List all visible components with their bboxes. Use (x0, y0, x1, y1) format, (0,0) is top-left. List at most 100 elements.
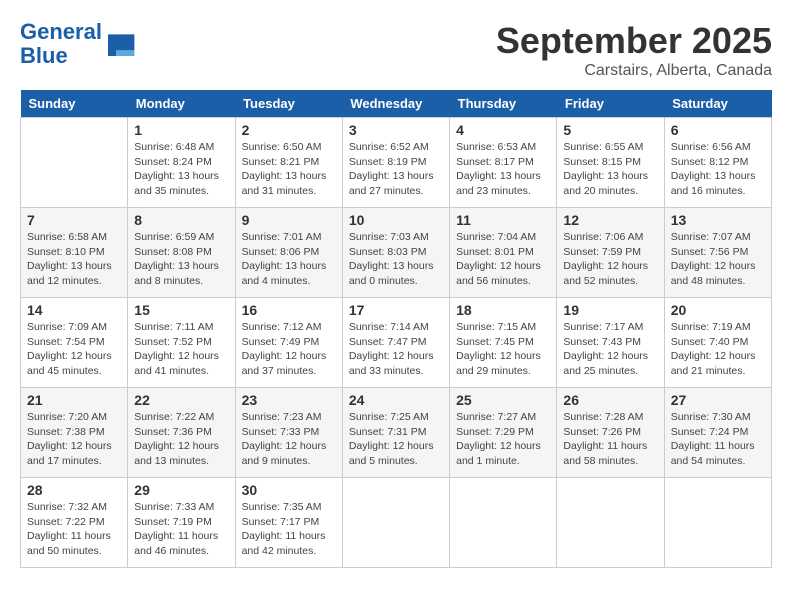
calendar-cell: 27 Sunrise: 7:30 AM Sunset: 7:24 PM Dayli… (664, 388, 771, 478)
month-title: September 2025 (496, 20, 772, 62)
calendar-week-row: 1 Sunrise: 6:48 AM Sunset: 8:24 PM Daylig… (21, 118, 772, 208)
day-info: Sunrise: 7:17 AM Sunset: 7:43 PM Dayligh… (563, 320, 657, 379)
day-number: 23 (242, 392, 336, 408)
day-number: 1 (134, 122, 228, 138)
calendar-cell: 14 Sunrise: 7:09 AM Sunset: 7:54 PM Dayli… (21, 298, 128, 388)
calendar-cell: 25Sunrise: 7:27 AM Sunset: 7:29 PM Dayli… (450, 388, 557, 478)
calendar-cell: 11 Sunrise: 7:04 AM Sunset: 8:01 PM Dayli… (450, 208, 557, 298)
calendar-cell: 23 Sunrise: 7:23 AM Sunset: 7:33 PM Dayli… (235, 388, 342, 478)
calendar-cell (664, 478, 771, 568)
calendar-cell: 26 Sunrise: 7:28 AM Sunset: 7:26 PM Dayli… (557, 388, 664, 478)
day-info: Sunrise: 7:30 AM Sunset: 7:24 PM Dayligh… (671, 410, 765, 469)
calendar-body: 1 Sunrise: 6:48 AM Sunset: 8:24 PM Daylig… (21, 118, 772, 568)
day-info: Sunrise: 7:07 AM Sunset: 7:56 PM Dayligh… (671, 230, 765, 289)
day-info: Sunrise: 7:14 AM Sunset: 7:47 PM Dayligh… (349, 320, 443, 379)
day-number: 14 (27, 302, 121, 318)
logo: GeneralBlue (20, 20, 136, 68)
calendar-cell: 20Sunrise: 7:19 AM Sunset: 7:40 PM Dayli… (664, 298, 771, 388)
day-number: 4 (456, 122, 550, 138)
calendar-cell: 7 Sunrise: 6:58 AM Sunset: 8:10 PM Daylig… (21, 208, 128, 298)
page-header: GeneralBlue September 2025 Carstairs, Al… (20, 20, 772, 80)
day-number: 6 (671, 122, 765, 138)
day-number: 12 (563, 212, 657, 228)
calendar-cell: 8Sunrise: 6:59 AM Sunset: 8:08 PM Daylig… (128, 208, 235, 298)
logo-icon (104, 28, 136, 60)
calendar-cell: 12Sunrise: 7:06 AM Sunset: 7:59 PM Dayli… (557, 208, 664, 298)
calendar-cell: 19 Sunrise: 7:17 AM Sunset: 7:43 PM Dayli… (557, 298, 664, 388)
day-info: Sunrise: 6:58 AM Sunset: 8:10 PM Dayligh… (27, 230, 121, 289)
day-info: Sunrise: 7:28 AM Sunset: 7:26 PM Dayligh… (563, 410, 657, 469)
day-number: 2 (242, 122, 336, 138)
calendar-cell: 28 Sunrise: 7:32 AM Sunset: 7:22 PM Dayli… (21, 478, 128, 568)
day-info: Sunrise: 6:48 AM Sunset: 8:24 PM Dayligh… (134, 140, 228, 199)
day-info: Sunrise: 7:33 AM Sunset: 7:19 PM Dayligh… (134, 500, 228, 559)
day-info: Sunrise: 7:32 AM Sunset: 7:22 PM Dayligh… (27, 500, 121, 559)
day-number: 21 (27, 392, 121, 408)
calendar-cell: 16 Sunrise: 7:12 AM Sunset: 7:49 PM Dayli… (235, 298, 342, 388)
day-number: 5 (563, 122, 657, 138)
day-number: 9 (242, 212, 336, 228)
calendar-cell: 4 Sunrise: 6:53 AM Sunset: 8:17 PM Daylig… (450, 118, 557, 208)
day-info: Sunrise: 7:23 AM Sunset: 7:33 PM Dayligh… (242, 410, 336, 469)
day-info: Sunrise: 7:01 AM Sunset: 8:06 PM Dayligh… (242, 230, 336, 289)
calendar-cell: 1 Sunrise: 6:48 AM Sunset: 8:24 PM Daylig… (128, 118, 235, 208)
calendar-header-row: SundayMondayTuesdayWednesdayThursdayFrid… (21, 90, 772, 118)
day-info: Sunrise: 6:50 AM Sunset: 8:21 PM Dayligh… (242, 140, 336, 199)
day-of-week-header: Friday (557, 90, 664, 118)
day-number: 30 (242, 482, 336, 498)
day-info: Sunrise: 7:12 AM Sunset: 7:49 PM Dayligh… (242, 320, 336, 379)
day-number: 11 (456, 212, 550, 228)
day-info: Sunrise: 7:35 AM Sunset: 7:17 PM Dayligh… (242, 500, 336, 559)
calendar-cell: 30 Sunrise: 7:35 AM Sunset: 7:17 PM Dayli… (235, 478, 342, 568)
day-of-week-header: Wednesday (342, 90, 449, 118)
day-number: 16 (242, 302, 336, 318)
day-info: Sunrise: 7:09 AM Sunset: 7:54 PM Dayligh… (27, 320, 121, 379)
day-info: Sunrise: 7:20 AM Sunset: 7:38 PM Dayligh… (27, 410, 121, 469)
day-info: Sunrise: 7:11 AM Sunset: 7:52 PM Dayligh… (134, 320, 228, 379)
day-of-week-header: Monday (128, 90, 235, 118)
day-info: Sunrise: 6:53 AM Sunset: 8:17 PM Dayligh… (456, 140, 550, 199)
calendar-cell: 2 Sunrise: 6:50 AM Sunset: 8:21 PM Daylig… (235, 118, 342, 208)
day-info: Sunrise: 6:56 AM Sunset: 8:12 PM Dayligh… (671, 140, 765, 199)
day-number: 17 (349, 302, 443, 318)
day-number: 24 (349, 392, 443, 408)
calendar-cell: 18Sunrise: 7:15 AM Sunset: 7:45 PM Dayli… (450, 298, 557, 388)
calendar-cell: 6 Sunrise: 6:56 AM Sunset: 8:12 PM Daylig… (664, 118, 771, 208)
calendar-week-row: 21 Sunrise: 7:20 AM Sunset: 7:38 PM Dayli… (21, 388, 772, 478)
day-number: 28 (27, 482, 121, 498)
day-of-week-header: Tuesday (235, 90, 342, 118)
day-number: 3 (349, 122, 443, 138)
calendar-cell: 22 Sunrise: 7:22 AM Sunset: 7:36 PM Dayli… (128, 388, 235, 478)
calendar-cell: 13 Sunrise: 7:07 AM Sunset: 7:56 PM Dayli… (664, 208, 771, 298)
title-block: September 2025 Carstairs, Alberta, Canad… (496, 20, 772, 80)
calendar-cell: 29Sunrise: 7:33 AM Sunset: 7:19 PM Dayli… (128, 478, 235, 568)
day-number: 19 (563, 302, 657, 318)
day-of-week-header: Sunday (21, 90, 128, 118)
day-number: 26 (563, 392, 657, 408)
day-number: 7 (27, 212, 121, 228)
day-number: 10 (349, 212, 443, 228)
calendar-cell: 5Sunrise: 6:55 AM Sunset: 8:15 PM Daylig… (557, 118, 664, 208)
day-number: 22 (134, 392, 228, 408)
calendar-week-row: 14 Sunrise: 7:09 AM Sunset: 7:54 PM Dayli… (21, 298, 772, 388)
day-info: Sunrise: 7:27 AM Sunset: 7:29 PM Dayligh… (456, 410, 550, 469)
calendar-cell: 17 Sunrise: 7:14 AM Sunset: 7:47 PM Dayli… (342, 298, 449, 388)
calendar-cell: 10Sunrise: 7:03 AM Sunset: 8:03 PM Dayli… (342, 208, 449, 298)
calendar-cell (342, 478, 449, 568)
calendar-cell: 15 Sunrise: 7:11 AM Sunset: 7:52 PM Dayli… (128, 298, 235, 388)
day-number: 18 (456, 302, 550, 318)
calendar-cell: 3Sunrise: 6:52 AM Sunset: 8:19 PM Daylig… (342, 118, 449, 208)
calendar-week-row: 7 Sunrise: 6:58 AM Sunset: 8:10 PM Daylig… (21, 208, 772, 298)
day-number: 27 (671, 392, 765, 408)
calendar-cell: 24Sunrise: 7:25 AM Sunset: 7:31 PM Dayli… (342, 388, 449, 478)
day-info: Sunrise: 7:22 AM Sunset: 7:36 PM Dayligh… (134, 410, 228, 469)
day-number: 15 (134, 302, 228, 318)
calendar-table: SundayMondayTuesdayWednesdayThursdayFrid… (20, 90, 772, 568)
day-of-week-header: Saturday (664, 90, 771, 118)
day-number: 8 (134, 212, 228, 228)
day-info: Sunrise: 7:04 AM Sunset: 8:01 PM Dayligh… (456, 230, 550, 289)
calendar-cell: 21 Sunrise: 7:20 AM Sunset: 7:38 PM Dayli… (21, 388, 128, 478)
day-number: 13 (671, 212, 765, 228)
location-subtitle: Carstairs, Alberta, Canada (496, 62, 772, 80)
calendar-cell (557, 478, 664, 568)
